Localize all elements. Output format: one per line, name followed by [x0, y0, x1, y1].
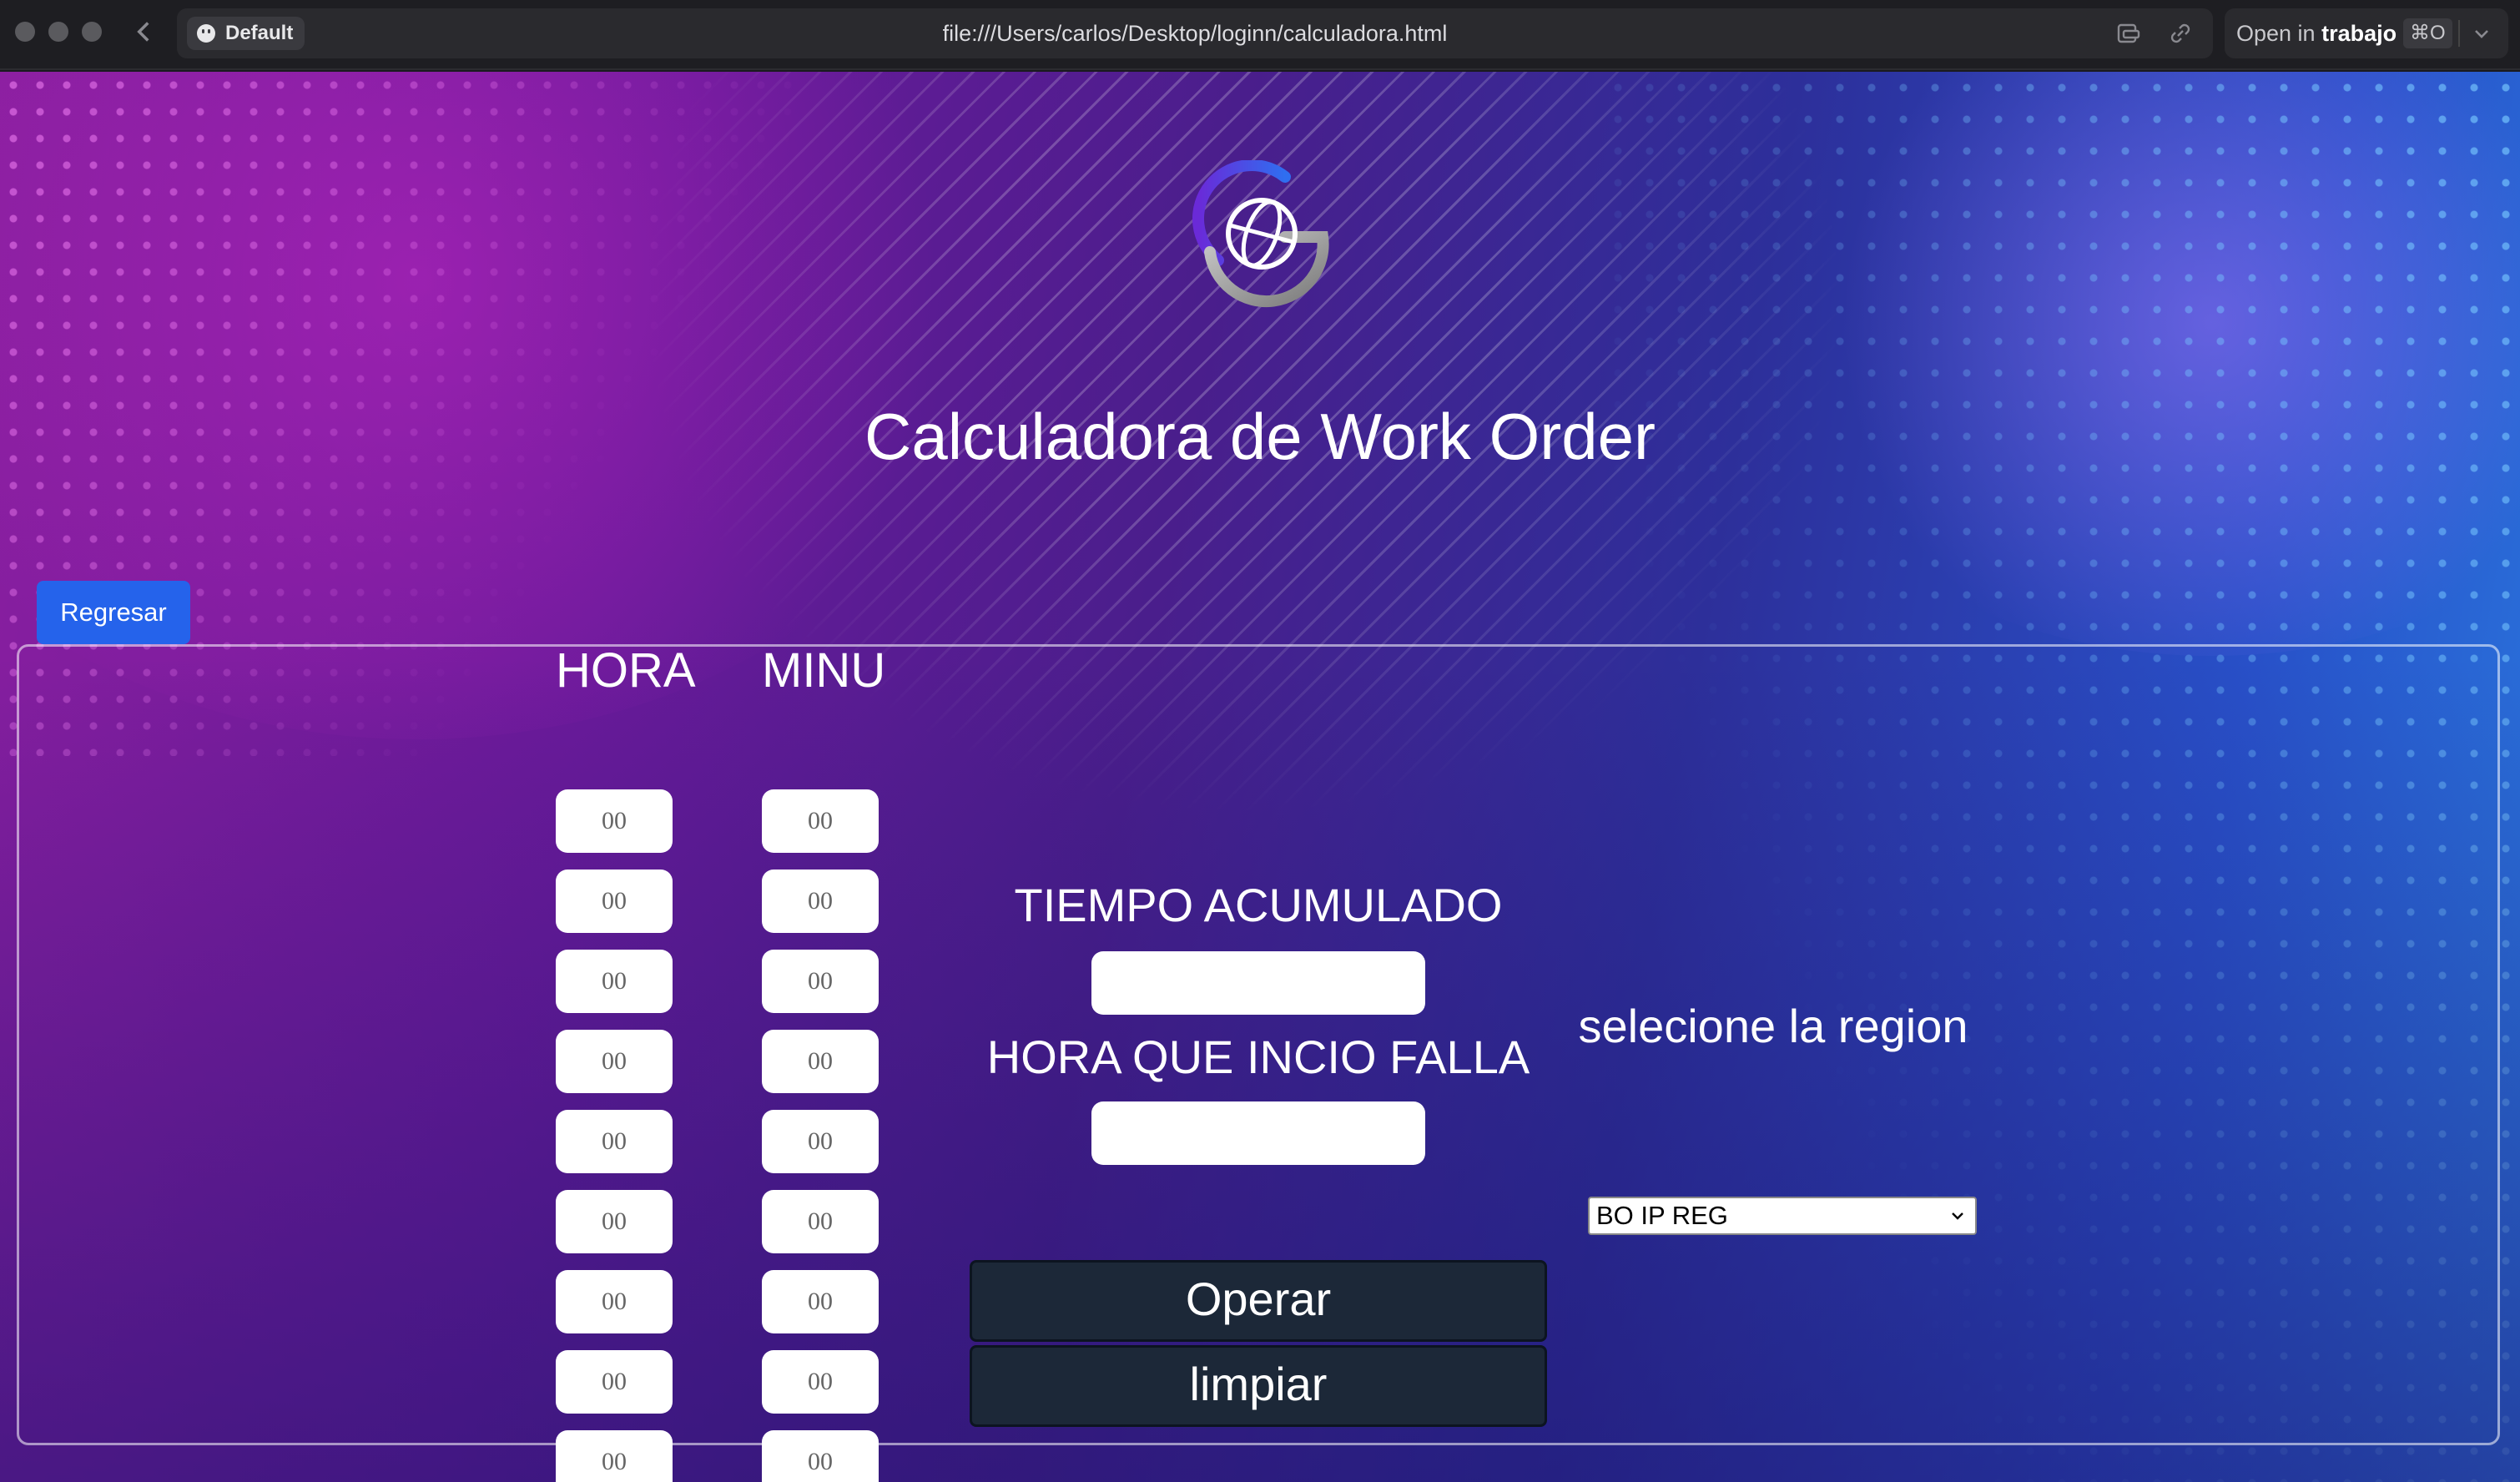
open-in-button[interactable]: Open in trabajo ⌘O — [2225, 8, 2508, 58]
open-in-shortcut: ⌘O — [2403, 18, 2452, 48]
minute-input[interactable]: 00 — [762, 1270, 879, 1333]
hour-input[interactable]: 00 — [556, 950, 673, 1013]
region-label: selecione la region — [1578, 1000, 1968, 1052]
minute-input[interactable]: 00 — [762, 870, 879, 933]
back-button[interactable]: Regresar — [37, 581, 190, 644]
link-icon[interactable] — [2168, 22, 2193, 45]
window-minimize-button[interactable] — [48, 22, 68, 42]
hour-input[interactable]: 00 — [556, 789, 673, 853]
divider — [2458, 20, 2460, 47]
failure-start-field[interactable] — [1091, 1101, 1425, 1165]
accumulated-time-field[interactable] — [1091, 951, 1425, 1015]
region-selected-value: BO IP REG — [1596, 1201, 1728, 1230]
minute-column-header: MINU — [762, 643, 886, 698]
minute-input[interactable]: 00 — [762, 1350, 879, 1414]
minute-input[interactable]: 00 — [762, 1190, 879, 1253]
chevron-down-icon — [1952, 1212, 1963, 1220]
chevron-left-icon — [137, 22, 149, 42]
minute-input[interactable]: 00 — [762, 1030, 879, 1093]
hour-input[interactable]: 00 — [556, 1350, 673, 1414]
hour-column-header: HORA — [556, 643, 696, 698]
browser-toolbar: Default file:///Users/carlos/Desktop/log… — [0, 0, 2520, 70]
address-bar[interactable]: Default file:///Users/carlos/Desktop/log… — [177, 8, 2213, 58]
minute-input[interactable]: 00 — [762, 1110, 879, 1173]
minute-input[interactable]: 00 — [762, 789, 879, 853]
globe-logo-icon — [1192, 160, 1329, 308]
hour-input[interactable]: 00 — [556, 1430, 673, 1482]
accumulated-time-label: TIEMPO ACUMULADO — [1014, 879, 1503, 931]
window-zoom-button[interactable] — [82, 22, 102, 42]
window-close-button[interactable] — [15, 22, 35, 42]
minute-input[interactable]: 00 — [762, 1430, 879, 1482]
hour-input[interactable]: 00 — [556, 1270, 673, 1333]
minute-input[interactable]: 00 — [762, 950, 879, 1013]
hour-input[interactable]: 00 — [556, 1110, 673, 1173]
operate-button[interactable]: Operar — [970, 1260, 1547, 1342]
hour-input[interactable]: 00 — [556, 870, 673, 933]
hour-input[interactable]: 00 — [556, 1030, 673, 1093]
url-text[interactable]: file:///Users/carlos/Desktop/loginn/calc… — [177, 8, 2213, 58]
open-in-label: Open in trabajo — [2236, 21, 2397, 46]
browser-back-button[interactable] — [132, 15, 155, 48]
sidebar-icon[interactable] — [2116, 22, 2141, 45]
failure-start-label: HORA QUE INCIO FALLA — [986, 1031, 1530, 1083]
page-title: Calculadora de Work Order — [864, 400, 1656, 473]
chevron-down-icon[interactable] — [2468, 20, 2495, 47]
hour-input[interactable]: 00 — [556, 1190, 673, 1253]
region-select[interactable]: BO IP REG — [1588, 1197, 1977, 1235]
clear-button[interactable]: limpiar — [970, 1345, 1547, 1427]
